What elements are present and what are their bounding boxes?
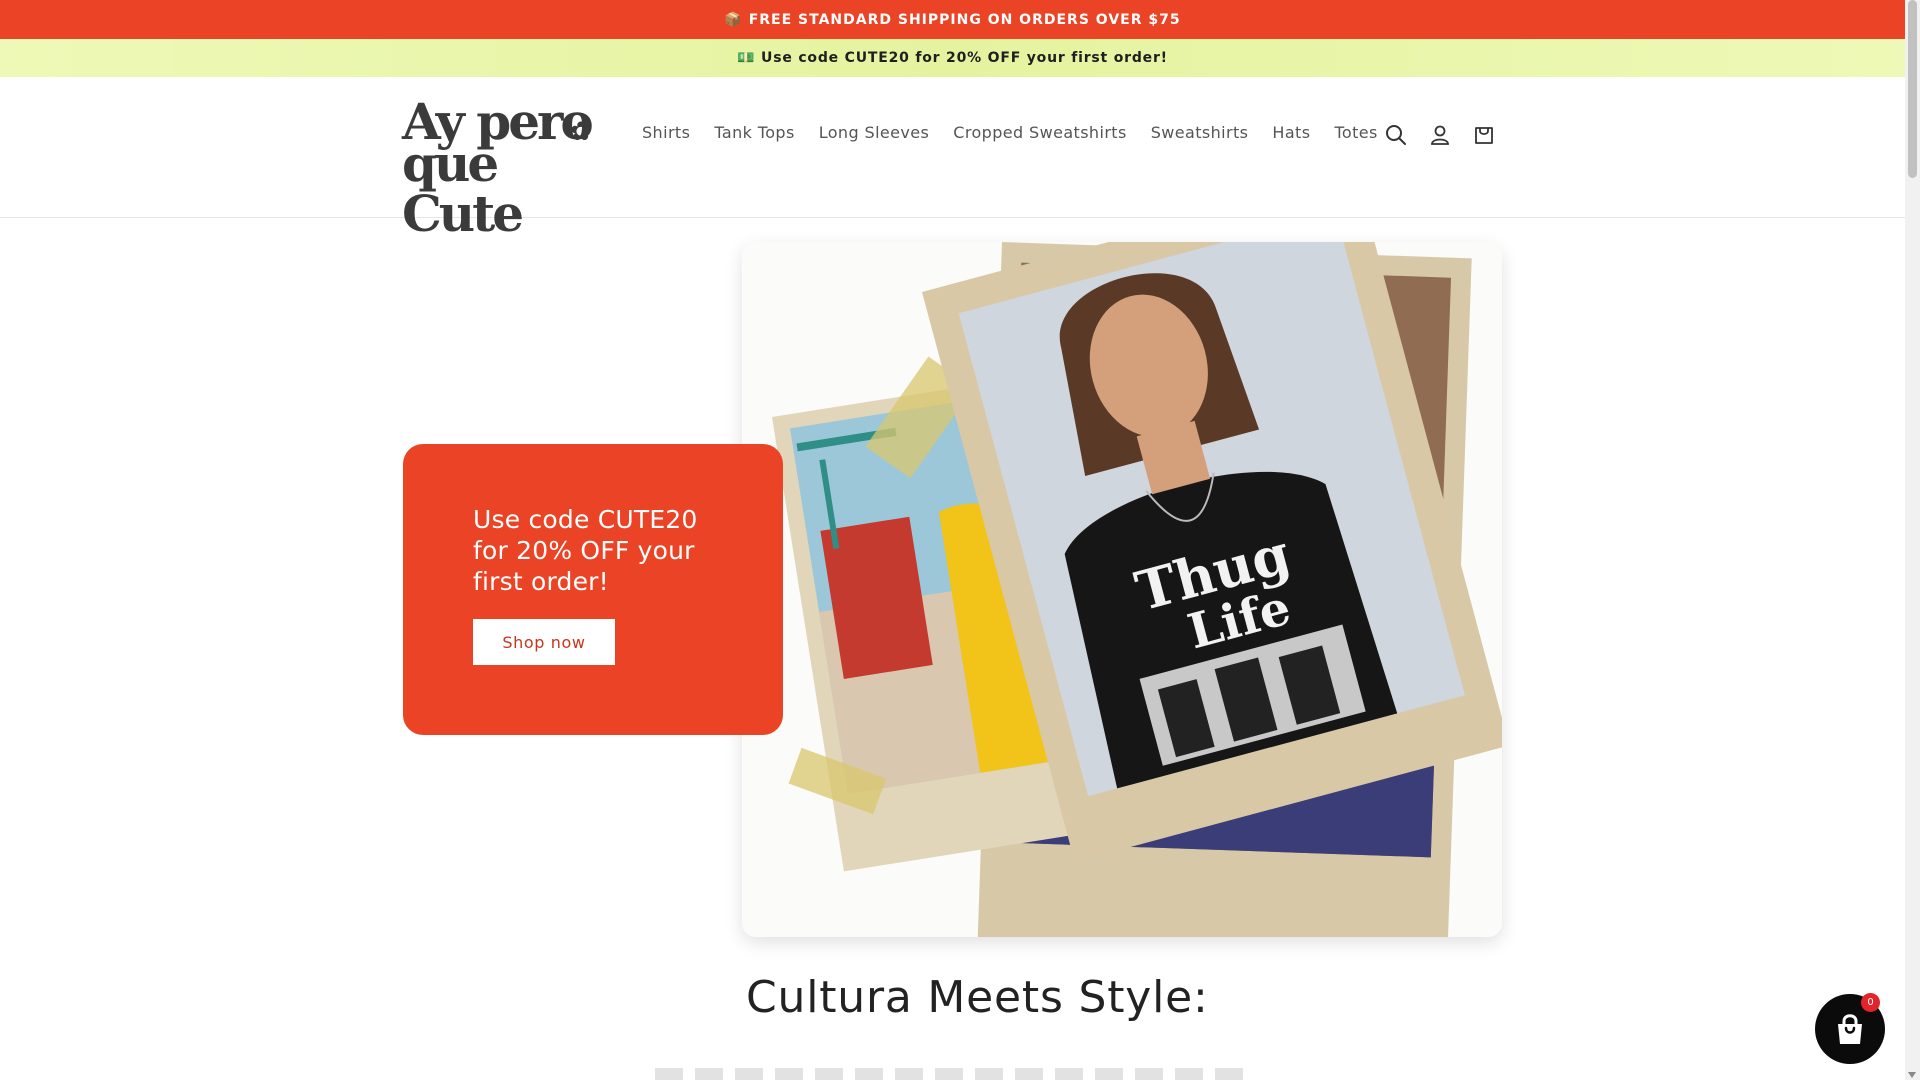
section-subtext-cut-off [655, 1068, 1255, 1080]
brand-logo[interactable]: Ay pero ✿ que Cute [402, 97, 604, 239]
scroll-down-icon[interactable] [1908, 1072, 1916, 1078]
nav-item-long-sleeves[interactable]: Long Sleeves [807, 123, 942, 143]
nav-item-tank-tops[interactable]: Tank Tops [702, 123, 806, 143]
page-scrollbar[interactable] [1905, 0, 1920, 1080]
promo-card-text: Use code CUTE20 for 20% OFF your first o… [473, 505, 698, 596]
main-nav: Shirts Tank Tops Long Sleeves Cropped Sw… [630, 123, 1390, 143]
cart-icon[interactable] [1470, 121, 1498, 149]
cart-count-badge: 0 [1861, 993, 1880, 1012]
scrollbar-thumb[interactable] [1908, 0, 1917, 178]
promo-announcement-bar: 💵 Use code CUTE20 for 20% OFF your first… [0, 39, 1905, 77]
nav-item-totes[interactable]: Totes [1322, 123, 1389, 143]
section-heading: Cultura Meets Style: [746, 972, 1209, 1023]
account-icon[interactable] [1426, 121, 1454, 149]
logo-line-2: que Cute [402, 134, 524, 243]
shipping-announcement-text: 📦 FREE STANDARD SHIPPING ON ORDERS OVER … [724, 11, 1181, 28]
hero-photo-collage: Thug Life [742, 242, 1502, 937]
hero-image: Thug Life [742, 242, 1502, 937]
site-header: Ay pero ✿ que Cute Shirts Tank Tops Long… [0, 77, 1905, 239]
nav-item-sweatshirts[interactable]: Sweatshirts [1139, 123, 1261, 143]
nav-item-hats[interactable]: Hats [1260, 123, 1322, 143]
promo-card: Use code CUTE20 for 20% OFF your first o… [403, 444, 783, 735]
promo-announcement-text: 💵 Use code CUTE20 for 20% OFF your first… [737, 50, 1168, 66]
nav-item-cropped-sweatshirts[interactable]: Cropped Sweatshirts [941, 123, 1138, 143]
shopping-bag-icon [1838, 1014, 1862, 1044]
shipping-announcement-bar: 📦 FREE STANDARD SHIPPING ON ORDERS OVER … [0, 0, 1905, 39]
search-icon[interactable] [1382, 121, 1410, 149]
shop-now-button[interactable]: Shop now [473, 619, 615, 665]
nav-item-shirts[interactable]: Shirts [630, 123, 702, 143]
